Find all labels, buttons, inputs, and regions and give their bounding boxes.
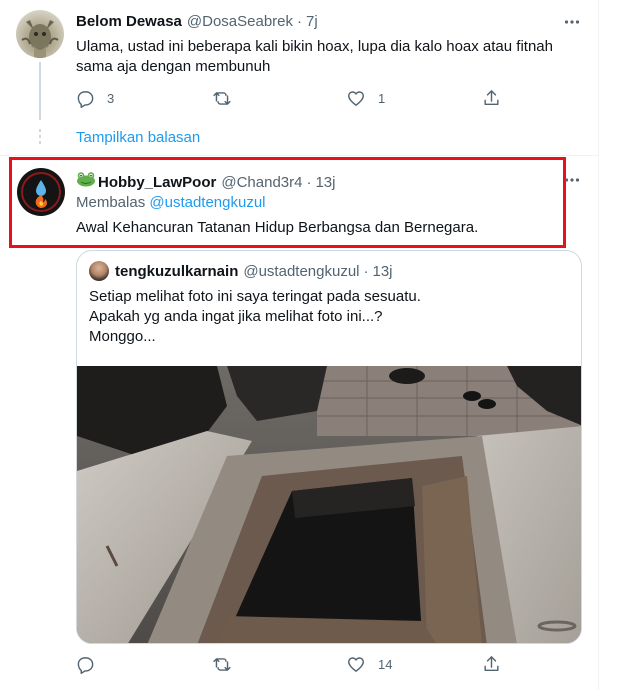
tweet-text: Ulama, ustad ini beberapa kali bikin hoa… — [76, 37, 576, 77]
water-drop-icon — [36, 180, 46, 196]
quoted-text-line: Monggo... — [89, 328, 156, 345]
retweet-button[interactable] — [212, 89, 244, 108]
retweet-icon — [213, 92, 231, 105]
share-button[interactable] — [482, 88, 501, 108]
like-count: 14 — [378, 657, 393, 672]
tweet-header: Belom Dewasa @DosaSeabrek · 7j — [76, 13, 318, 30]
timestamp[interactable]: 13j — [315, 174, 335, 191]
like-button[interactable]: 14 — [346, 655, 392, 674]
avatar-art — [21, 172, 61, 212]
reply-icon — [77, 657, 94, 674]
like-button[interactable]: 1 — [346, 89, 385, 108]
reply-button[interactable]: 3 — [76, 89, 114, 108]
reply-count: 3 — [107, 91, 115, 106]
quoted-photo[interactable] — [77, 366, 582, 644]
more-icon[interactable] — [562, 170, 582, 190]
quoted-timestamp: 13j — [372, 263, 393, 280]
handle[interactable]: @DosaSeabrek — [187, 13, 293, 30]
quoted-text-line: Apakah yg anda ingat jika melihat foto i… — [89, 308, 383, 325]
timestamp[interactable]: 7j — [306, 13, 318, 30]
share-icon — [484, 90, 499, 106]
like-count: 1 — [378, 91, 386, 106]
reply-button[interactable] — [76, 655, 107, 674]
thread-dot — [39, 141, 41, 144]
separator: · — [297, 13, 303, 30]
divider — [0, 155, 598, 156]
quoted-avatar — [89, 261, 109, 281]
quoted-text-line: Setiap melihat foto ini saya teringat pa… — [89, 288, 421, 305]
separator: · — [363, 263, 369, 280]
replying-to: Membalas @ustadtengkuzul — [76, 194, 266, 211]
avatar[interactable] — [16, 10, 64, 58]
more-icon[interactable] — [562, 12, 582, 32]
tweet-text-line: sama aja dengan membunuh — [76, 58, 271, 75]
thread-dot — [39, 135, 41, 138]
show-replies-link[interactable]: Tampilkan balasan — [76, 129, 200, 146]
like-icon — [348, 657, 364, 672]
replying-to-link[interactable]: @ustadtengkuzul — [149, 194, 265, 211]
display-name[interactable]: Hobby_LawPoor — [98, 174, 216, 191]
quoted-tweet[interactable]: tengkuzulkarnain @ustadtengkuzul · 13j S… — [76, 250, 582, 644]
frog-emoji — [76, 171, 96, 191]
thread-line — [39, 62, 41, 120]
handle[interactable]: @Chand3r4 — [221, 174, 302, 191]
avatar[interactable] — [17, 168, 65, 216]
reply-icon — [77, 91, 94, 108]
quoted-handle: @ustadtengkuzul — [243, 263, 360, 280]
share-icon — [484, 656, 499, 672]
retweet-button[interactable] — [212, 655, 244, 674]
replying-prefix: Membalas — [76, 194, 146, 211]
quoted-text: Setiap melihat foto ini saya teringat pa… — [89, 287, 421, 347]
quoted-display-name: tengkuzulkarnain — [115, 263, 239, 280]
tweet-text: Awal Kehancuran Tatanan Hidup Berbangsa … — [76, 219, 479, 236]
tweet-header: Hobby_LawPoor @Chand3r4 · 13j — [76, 171, 336, 191]
quoted-header: tengkuzulkarnain @ustadtengkuzul · 13j — [115, 263, 393, 280]
tweet-text-line: Ulama, ustad ini beberapa kali bikin hoa… — [76, 38, 553, 55]
thread-dot — [39, 129, 41, 132]
separator: · — [306, 174, 312, 191]
like-icon — [348, 91, 364, 106]
share-button[interactable] — [482, 654, 501, 674]
tweet-belom-dewasa[interactable]: Belom Dewasa @DosaSeabrek · 7j Ulama, us… — [0, 0, 598, 155]
timeline-border — [598, 0, 599, 690]
avatar-creature-image — [21, 20, 59, 58]
retweet-icon — [213, 658, 231, 671]
display-name[interactable]: Belom Dewasa — [76, 13, 182, 30]
